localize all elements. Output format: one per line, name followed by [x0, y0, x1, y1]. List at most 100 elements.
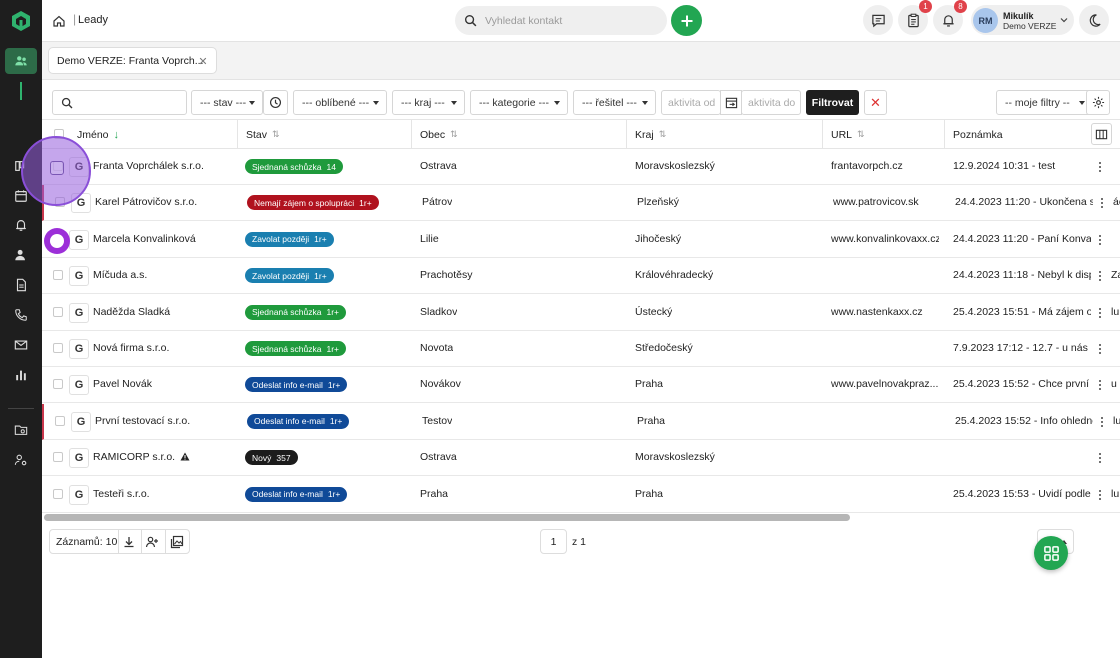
add-user-icon[interactable]	[145, 535, 159, 549]
row-menu-icon[interactable]	[1096, 195, 1108, 211]
nav-documents-icon[interactable]	[11, 275, 31, 295]
lead-name[interactable]: Naděžda Sladká	[93, 306, 233, 318]
status-badge[interactable]: Odeslat info e-mail 1r+	[245, 377, 348, 393]
table-row[interactable]: G První testovací s.r.o. Odeslat info e-ma…	[42, 403, 1120, 440]
nav-mail-icon[interactable]	[11, 335, 31, 355]
row-checkbox[interactable]	[53, 343, 63, 353]
apps-grid-button[interactable]	[1034, 536, 1068, 570]
table-row[interactable]: G Míčuda a.s. Zavolat později 1r+ Prachotěsy…	[42, 258, 1120, 295]
filter-region-select[interactable]: --- kraj ---	[392, 90, 465, 115]
row-menu-icon[interactable]	[1094, 487, 1106, 503]
row-menu-icon[interactable]	[1094, 341, 1106, 357]
nav-contacts-icon[interactable]	[11, 245, 31, 265]
row-menu-icon[interactable]	[1094, 232, 1106, 248]
lead-url[interactable]: www.patrovicov.sk	[833, 196, 941, 208]
row-menu-icon[interactable]	[1094, 377, 1106, 393]
contact-search-input[interactable]	[485, 12, 655, 29]
close-icon[interactable]: ✕	[197, 55, 209, 68]
filter-settings-button[interactable]	[1086, 90, 1110, 115]
row-checkbox[interactable]	[53, 379, 63, 390]
filter-favorites-select[interactable]: --- oblíbené ---	[293, 90, 387, 115]
lead-url[interactable]: www.nastenkaxx.cz	[831, 306, 939, 318]
row-checkbox[interactable]	[53, 488, 63, 499]
status-badge[interactable]: Sjednaná schůzka 1r+	[245, 304, 346, 320]
filter-status-select[interactable]: --- stav ---	[191, 90, 263, 115]
app-logo-icon[interactable]	[10, 10, 32, 32]
row-menu-icon[interactable]	[1094, 268, 1106, 284]
google-icon[interactable]: G	[69, 339, 89, 359]
status-badge[interactable]: Zavolat později 1r+	[245, 231, 334, 247]
lead-url[interactable]: frantavorpch.cz	[831, 160, 939, 172]
status-badge[interactable]: Odeslat info e-mail 1r+	[245, 486, 348, 502]
lead-name[interactable]: První testovací s.r.o.	[95, 415, 235, 427]
google-icon[interactable]: G	[69, 266, 89, 287]
gallery-icon[interactable]	[170, 535, 184, 549]
activity-from-field[interactable]: aktivita od	[661, 90, 721, 115]
filter-assignee-select[interactable]: --- řešitel ---	[573, 90, 656, 115]
dark-mode-toggle[interactable]	[1079, 5, 1109, 35]
row-checkbox[interactable]	[53, 452, 63, 463]
table-row[interactable]: G Pavel Novák Odeslat info e-mail 1r+ Nováko…	[42, 367, 1120, 404]
status-badge[interactable]: Odeslat info e-mail 1r+	[247, 413, 350, 429]
clear-filter-button[interactable]: ✕	[864, 90, 887, 115]
table-row[interactable]: G Nová firma s.r.o. Sjednaná schůzka 1r+ Nov…	[42, 331, 1120, 367]
activity-to-field[interactable]: aktivita do	[741, 90, 801, 115]
google-icon[interactable]: G	[69, 484, 89, 505]
nav-phone-icon[interactable]	[11, 305, 31, 325]
columns-toggle-button[interactable]	[1091, 123, 1112, 145]
nav-alarm-icon[interactable]	[11, 215, 31, 235]
filter-search-input[interactable]	[52, 90, 187, 115]
row-menu-icon[interactable]	[1094, 305, 1106, 321]
column-note[interactable]: Poznámka	[945, 120, 1085, 149]
row-menu-icon[interactable]	[1096, 414, 1108, 430]
table-row[interactable]: G Marcela Konvalinková Zavolat později 1r+ L…	[42, 221, 1120, 258]
lead-name[interactable]: Pavel Novák	[93, 378, 233, 390]
table-row[interactable]: G Testeři s.r.o. Odeslat info e-mail 1r+ Pra…	[42, 476, 1120, 513]
lead-name[interactable]: Nová firma s.r.o.	[93, 342, 233, 354]
google-icon[interactable]: G	[71, 411, 91, 432]
google-icon[interactable]: G	[69, 375, 89, 396]
my-filters-select[interactable]: -- moje filtry --	[996, 90, 1093, 115]
lead-name[interactable]: Míčuda a.s.	[93, 269, 233, 281]
lead-name[interactable]: Testeři s.r.o.	[93, 488, 233, 500]
date-range-button[interactable]	[720, 90, 742, 115]
add-new-button[interactable]	[671, 5, 702, 36]
lead-name[interactable]: RAMICORP s.r.o.	[93, 451, 233, 463]
history-button[interactable]	[263, 90, 288, 115]
column-name[interactable]: Jméno ↓	[69, 120, 238, 149]
column-status[interactable]: Stav ⇅	[238, 120, 412, 149]
user-menu[interactable]: RM Mikulík Demo VERZE	[971, 5, 1074, 35]
column-region[interactable]: Kraj ⇅	[627, 120, 823, 149]
nav-folder-search-icon[interactable]	[11, 420, 31, 440]
lead-url[interactable]: www.pavelnovakpraz...	[831, 378, 939, 390]
status-badge[interactable]: Sjednaná schůzka 1r+	[245, 341, 346, 356]
tab-lead-detail[interactable]: Demo VERZE: Franta Voprch... ✕	[48, 47, 217, 74]
status-badge[interactable]: Nový 357	[245, 450, 298, 466]
lead-url[interactable]: www.konvalinkovaxx.cz	[831, 233, 939, 245]
filter-button[interactable]: Filtrovat	[806, 90, 859, 115]
row-menu-icon[interactable]	[1094, 159, 1106, 175]
download-icon[interactable]	[122, 535, 136, 549]
row-checkbox[interactable]	[53, 270, 63, 281]
google-icon[interactable]: G	[69, 229, 89, 250]
column-city[interactable]: Obec ⇅	[412, 120, 627, 149]
table-row[interactable]: GFranta Voprchálek s.r.o.Sjednaná schůzk…	[42, 149, 1120, 185]
table-row[interactable]: G RAMICORP s.r.o. Nový 357 Ostrava Moravskosl…	[42, 440, 1120, 477]
status-badge[interactable]: Nemají zájem o spolupráci 1r+	[247, 195, 379, 211]
row-checkbox[interactable]	[55, 415, 65, 426]
lead-name[interactable]: Karel Pátrovičov s.r.o.	[95, 196, 235, 208]
column-url[interactable]: URL ⇅	[823, 120, 945, 149]
lead-name[interactable]: Franta Voprchálek s.r.o.	[93, 160, 233, 172]
notifications-button[interactable]: 8	[933, 0, 967, 35]
google-icon[interactable]: G	[69, 302, 89, 323]
page-number-input[interactable]: 1	[540, 529, 567, 554]
tasks-button[interactable]: 1	[898, 0, 932, 35]
row-menu-icon[interactable]	[1094, 450, 1106, 466]
status-badge[interactable]: Zavolat později 1r+	[245, 268, 334, 284]
filter-category-select[interactable]: --- kategorie ---	[470, 90, 568, 115]
nav-leads-icon[interactable]	[5, 48, 37, 74]
lead-name[interactable]: Marcela Konvalinková	[93, 233, 233, 245]
google-icon[interactable]: G	[69, 448, 89, 469]
nav-user-settings-icon[interactable]	[11, 450, 31, 470]
status-badge[interactable]: Sjednaná schůzka 14	[245, 159, 343, 174]
